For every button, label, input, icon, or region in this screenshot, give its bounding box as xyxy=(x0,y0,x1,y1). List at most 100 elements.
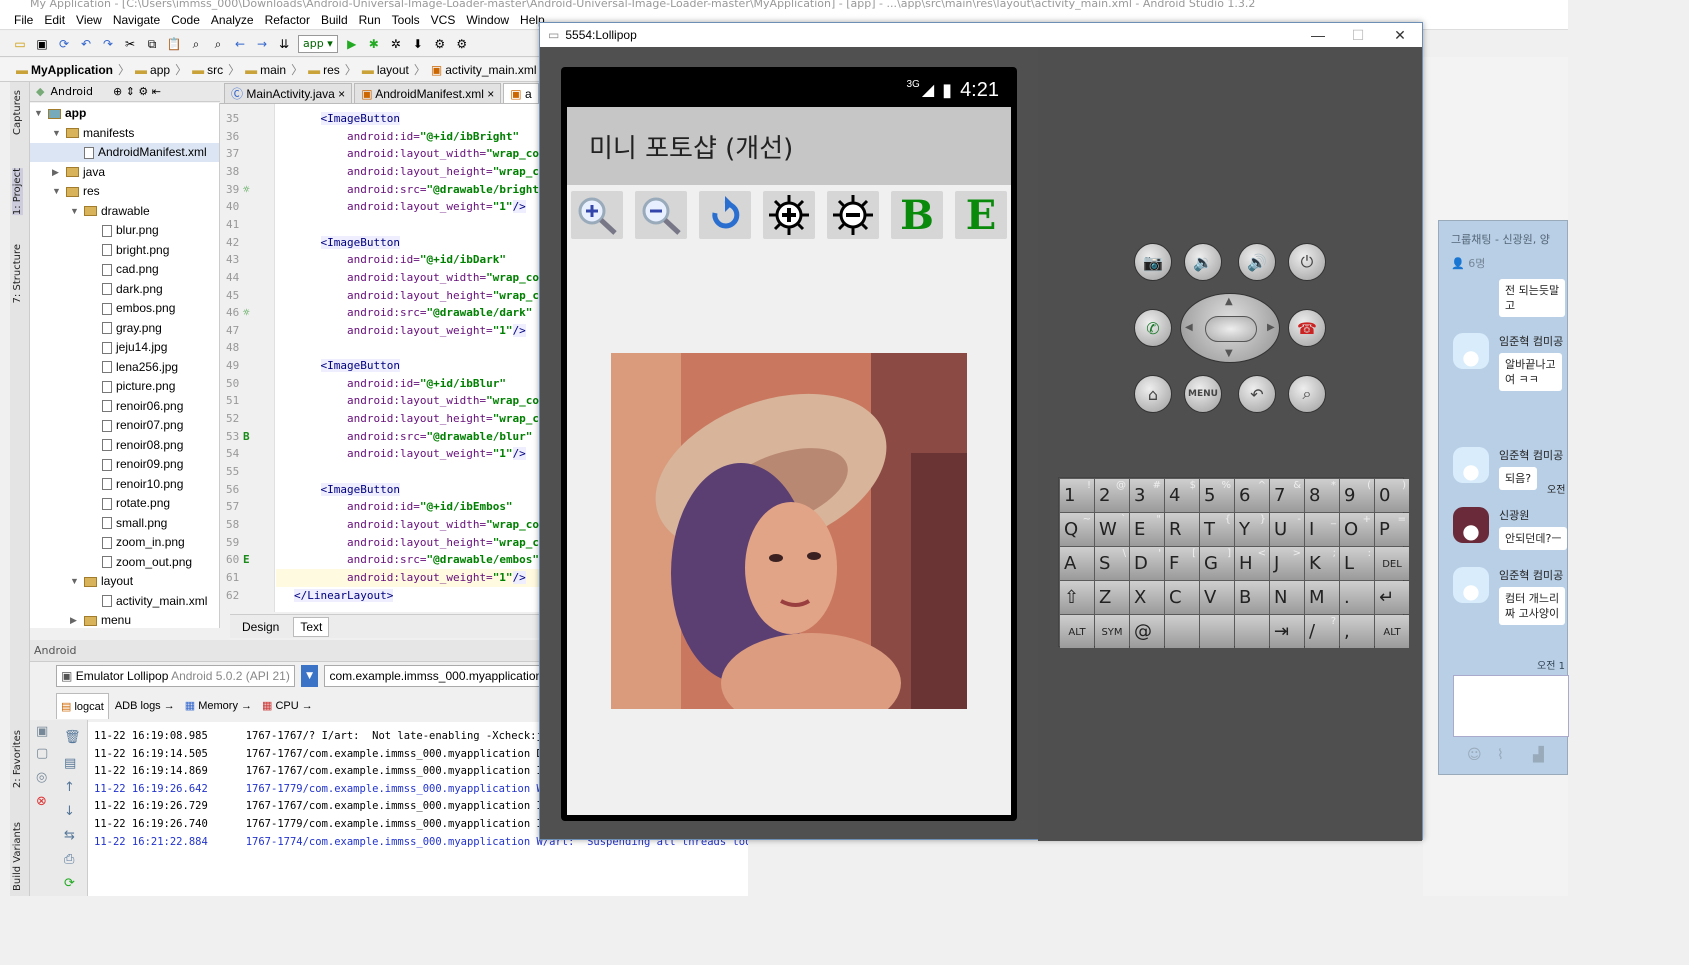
key[interactable]: J > xyxy=(1270,547,1304,580)
minimize-button[interactable]: — xyxy=(1298,23,1338,47)
key[interactable]: R xyxy=(1165,513,1199,546)
tree-item[interactable]: renoir07.png xyxy=(30,416,219,435)
key[interactable] xyxy=(1165,615,1199,648)
key[interactable]: U- xyxy=(1270,513,1304,546)
menu-key-icon[interactable]: MENU xyxy=(1184,375,1222,413)
avatar[interactable]: ● xyxy=(1453,507,1489,543)
stop-icon[interactable]: ⬇ xyxy=(410,36,426,52)
expand-down-icon[interactable]: ▼ xyxy=(52,124,62,143)
screen-record-icon[interactable]: ▢ xyxy=(36,746,48,761)
power-icon[interactable]: ⏻ xyxy=(1288,243,1326,281)
key[interactable]: ⇥ xyxy=(1270,615,1304,648)
key[interactable]: ⇧ xyxy=(1060,581,1094,614)
key[interactable]: T{ xyxy=(1200,513,1234,546)
forward-icon[interactable]: → xyxy=(254,36,270,52)
key[interactable]: K; xyxy=(1305,547,1339,580)
menu-run[interactable]: Run xyxy=(359,13,381,27)
print-icon[interactable]: ⎙ xyxy=(64,852,74,867)
key[interactable]: DEL xyxy=(1375,547,1409,580)
expand-down-icon[interactable]: ▼ xyxy=(34,104,44,123)
tree-item[interactable]: bright.png xyxy=(30,241,219,260)
make-icon[interactable]: ⇊ xyxy=(276,36,292,52)
chat-input[interactable] xyxy=(1453,675,1569,737)
scroll-end-icon[interactable]: ▤ xyxy=(64,756,76,771)
sdk-manager-icon[interactable]: ⚙ xyxy=(432,36,448,52)
key[interactable]: D ' xyxy=(1130,547,1164,580)
tree-item[interactable]: zoom_out.png xyxy=(30,553,219,572)
paste-icon[interactable]: 📋 xyxy=(166,36,182,52)
find-icon[interactable]: ⌕ xyxy=(188,36,204,52)
attach-debugger-icon[interactable]: ✲ xyxy=(388,36,404,52)
gutter-drawable-preview[interactable]: E xyxy=(243,551,250,569)
expand-down-icon[interactable]: ▼ xyxy=(52,182,62,201)
key[interactable]: 9( xyxy=(1340,479,1374,512)
key[interactable]: Q ~ xyxy=(1060,513,1094,546)
system-info-icon[interactable]: ◎ xyxy=(36,770,47,785)
key[interactable]: ALT xyxy=(1375,615,1409,648)
key[interactable] xyxy=(1235,615,1269,648)
tree-item[interactable]: ▶ java xyxy=(30,163,219,182)
key[interactable]: 3 # xyxy=(1130,479,1164,512)
key[interactable]: O + xyxy=(1340,513,1374,546)
key[interactable]: F[ xyxy=(1165,547,1199,580)
key[interactable]: L: xyxy=(1340,547,1374,580)
down-icon[interactable]: ↓ xyxy=(64,804,75,819)
dpad-right-icon[interactable]: ▶ xyxy=(1267,322,1275,333)
dpad[interactable]: ▲ ▼ ◀ ▶ xyxy=(1180,293,1280,363)
gutter-drawable-preview[interactable]: ☼ xyxy=(243,304,250,322)
key[interactable]: 7 & xyxy=(1270,479,1304,512)
terminate-icon[interactable]: ⊗ xyxy=(36,794,47,809)
restart-icon[interactable]: ⟳ xyxy=(64,876,75,891)
expand-down-icon[interactable]: ▼ xyxy=(70,572,80,591)
zoom-in-button[interactable] xyxy=(571,191,623,239)
tool-tab-build-variants[interactable]: Build Variants xyxy=(12,822,23,891)
debug-icon[interactable]: ✱ xyxy=(366,36,382,52)
menu-refactor[interactable]: Refactor xyxy=(265,13,310,27)
replace-icon[interactable]: ⌕ xyxy=(210,36,226,52)
key[interactable]: I _ xyxy=(1305,513,1339,546)
back-key-icon[interactable]: ↶ xyxy=(1238,375,1276,413)
key[interactable]: 2 @ xyxy=(1095,479,1129,512)
tree-item[interactable]: AndroidManifest.xml xyxy=(30,143,219,162)
tree-item[interactable]: ▼ res xyxy=(30,182,219,201)
tool-tab-favorites[interactable]: 2: Favorites xyxy=(12,730,23,788)
avatar[interactable]: ● xyxy=(1453,567,1489,603)
member-count[interactable]: 👤 6명 xyxy=(1451,255,1557,271)
tree-item[interactable]: renoir10.png xyxy=(30,475,219,494)
key[interactable]: C xyxy=(1165,581,1199,614)
screenshot-icon[interactable]: ▣ xyxy=(36,724,48,739)
tool-tab-structure[interactable]: 7: Structure xyxy=(12,244,23,303)
key[interactable]: /? xyxy=(1305,615,1339,648)
menu-edit[interactable]: Edit xyxy=(44,13,65,27)
chart-icon[interactable]: ▟ xyxy=(1533,747,1544,763)
tab-text[interactable]: Text xyxy=(293,616,330,637)
clear-log-icon[interactable]: 🗑 xyxy=(64,730,81,745)
gutter-drawable-preview[interactable]: ☼ xyxy=(243,181,250,199)
home-icon[interactable]: ⌂ xyxy=(1134,375,1172,413)
key[interactable]: Y} xyxy=(1235,513,1269,546)
camera-key-icon[interactable]: 📷 xyxy=(1134,243,1172,281)
menu-analyze[interactable]: Analyze xyxy=(211,13,254,27)
dpad-left-icon[interactable]: ◀ xyxy=(1185,322,1193,333)
key[interactable]: 1! xyxy=(1060,479,1094,512)
maximize-button[interactable]: ☐ xyxy=(1338,23,1378,47)
key[interactable]: Z xyxy=(1095,581,1129,614)
attach-icon[interactable]: ⌇ xyxy=(1497,747,1504,763)
run-config-select[interactable]: app ▾ xyxy=(298,34,338,53)
dpad-up-icon[interactable]: ▲ xyxy=(1225,296,1233,307)
key[interactable]: G] xyxy=(1200,547,1234,580)
call-icon[interactable]: ✆ xyxy=(1134,309,1172,347)
back-icon[interactable]: ← xyxy=(232,36,248,52)
tree-item[interactable]: ▶ menu xyxy=(30,611,219,628)
key[interactable] xyxy=(1200,615,1234,648)
breadcrumb-item[interactable]: ▬ main xyxy=(245,63,286,77)
key[interactable]: X xyxy=(1130,581,1164,614)
blur-button[interactable]: B xyxy=(891,191,943,239)
key[interactable]: V xyxy=(1200,581,1234,614)
emoji-icon[interactable]: ☺ xyxy=(1467,747,1482,763)
tab-cpu[interactable]: ▦ CPU → xyxy=(258,693,317,719)
key[interactable]: SYM xyxy=(1095,615,1129,648)
menu-code[interactable]: Code xyxy=(171,13,200,27)
process-select[interactable]: com.example.immss_000.myapplication ( xyxy=(324,665,540,687)
breadcrumb-item[interactable]: ▬ layout xyxy=(362,63,409,77)
